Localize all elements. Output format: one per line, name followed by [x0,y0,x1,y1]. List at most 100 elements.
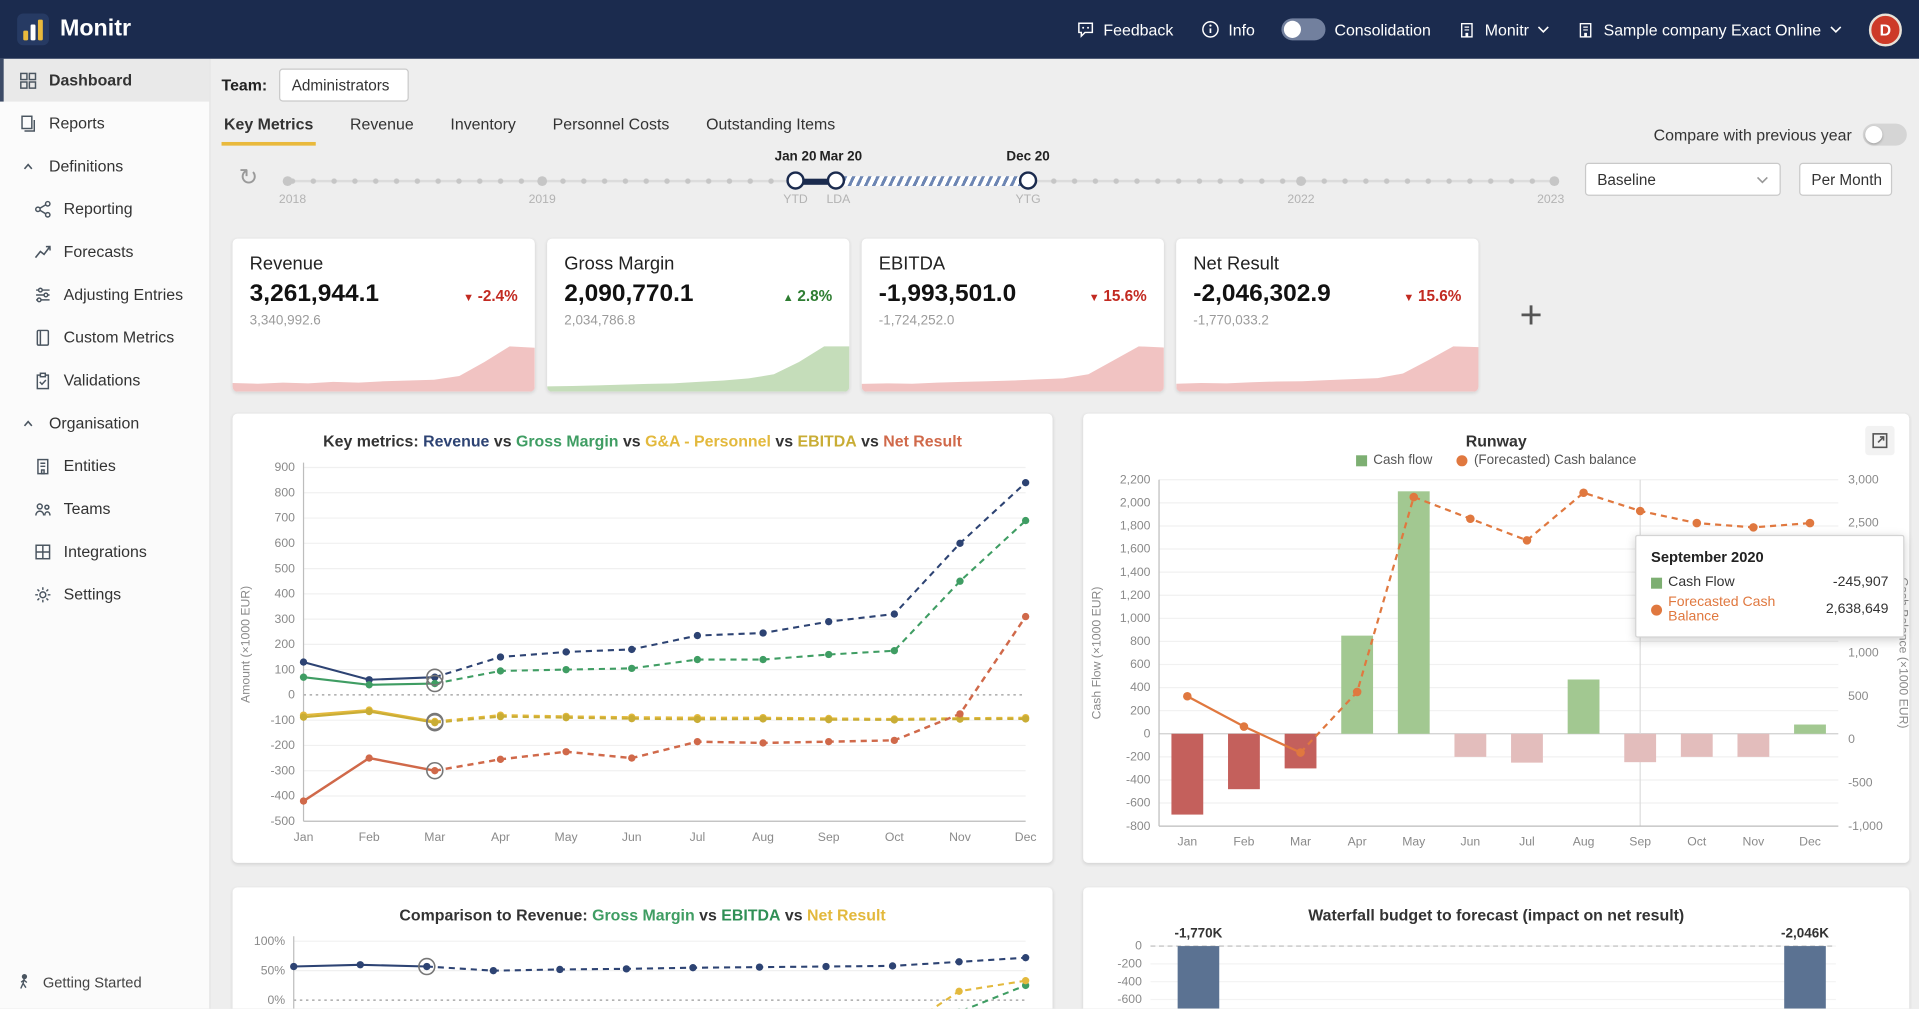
expand-chart-icon[interactable] [1865,426,1894,455]
svg-text:0%: 0% [267,993,285,1007]
timeline-year: 2023 [1537,193,1564,206]
timeline-marker-lda[interactable] [827,171,845,189]
book-icon [33,327,53,347]
kpi-title: EBITDA [879,253,1147,274]
svg-text:May: May [1402,835,1426,849]
info-label: Info [1228,20,1255,38]
gear-icon [33,584,53,604]
kpi-card-revenue[interactable]: Revenue3,261,944.1▼-2.4%3,340,992.6 [233,239,535,392]
sidebar-item-label: Entities [64,457,116,475]
tooltip-title: September 2020 [1651,548,1888,565]
period-select[interactable]: Per Month [1799,163,1892,196]
kpi-card-gross-margin[interactable]: Gross Margin2,090,770.1▲2.8%2,034,786.8 [547,239,849,392]
chart-card-runway: Runway Cash flow(Forecasted) Cash balanc… [1083,414,1909,863]
timeline-track[interactable]: Jan 20 Mar 20 Dec 20 2018 2019 YTD LDA Y… [288,149,1555,213]
add-kpi-button[interactable]: + [1510,294,1552,336]
sidebar-item-entities[interactable]: Entities [0,444,209,487]
sidebar-item-validations[interactable]: Validations [0,359,209,402]
tooltip-label: Forecasted Cash Balance [1668,595,1826,624]
company-switcher[interactable]: Sample company Exact Online [1577,20,1842,38]
kpi-card-net-result[interactable]: Net Result-2,046,302.9▼15.6%-1,770,033.2 [1176,239,1478,392]
compare-toggle[interactable] [1863,124,1907,146]
svg-text:Jul: Jul [690,830,706,844]
svg-text:2,500: 2,500 [1848,516,1879,530]
svg-text:0: 0 [288,688,295,702]
sidebar-item-label: Teams [64,499,111,517]
sidebar-item-adjusting-entries[interactable]: Adjusting Entries [0,273,209,316]
sidebar-item-forecasts[interactable]: Forecasts [0,230,209,273]
runway-legend: Cash flow(Forecasted) Cash balance [1083,450,1909,470]
info-button[interactable]: Info [1200,20,1255,40]
kpi-previous-value: -1,770,033.2 [1193,313,1461,328]
svg-text:-600: -600 [1117,992,1142,1006]
brand-logo-icon [17,13,49,45]
sidebar-item-reporting[interactable]: Reporting [0,187,209,230]
kpi-title: Net Result [1193,253,1461,274]
sidebar-item-dashboard[interactable]: Dashboard [0,59,209,102]
svg-text:-200: -200 [270,738,295,752]
svg-text:Nov: Nov [1743,835,1766,849]
team-row: Team: Administrators [222,69,410,102]
sidebar-item-settings[interactable]: Settings [0,573,209,616]
tab-personnel-costs[interactable]: Personnel Costs [550,108,672,146]
svg-text:500: 500 [275,561,296,575]
user-avatar[interactable]: D [1869,13,1902,46]
org-switcher[interactable]: Monitr [1458,20,1550,38]
org-name: Monitr [1485,20,1529,38]
sidebar-item-integrations[interactable]: Integrations [0,530,209,573]
kpi-card-ebitda[interactable]: EBITDA-1,993,501.0▼15.6%-1,724,252.0 [862,239,1164,392]
svg-text:700: 700 [275,511,296,525]
svg-text:Aug: Aug [1573,835,1595,849]
sidebar-item-reports[interactable]: Reports [0,102,209,145]
sliders-icon [33,285,53,305]
kpi-previous-value: 3,340,992.6 [250,313,518,328]
getting-started-link[interactable]: Getting Started [0,956,209,1009]
timeline-year: 2022 [1287,193,1314,206]
svg-text:Apr: Apr [491,830,510,844]
svg-text:2,200: 2,200 [1120,472,1151,486]
svg-text:Sep: Sep [818,830,840,844]
sidebar-item-label: Validations [64,371,141,389]
svg-text:900: 900 [275,460,296,474]
brand[interactable]: Monitr [17,13,131,45]
svg-text:Apr: Apr [1348,835,1367,849]
sidebar-item-teams[interactable]: Teams [0,487,209,530]
chart-card-comparison: Comparison to Revenue: Gross Margin vs E… [233,887,1053,1008]
trend-icon [33,242,53,262]
tab-inventory[interactable]: Inventory [448,108,518,146]
team-select[interactable]: Administrators [279,69,409,102]
cash-flow-swatch [1651,577,1662,588]
refresh-icon[interactable]: ↻ [239,164,258,192]
sidebar-item-custom-metrics[interactable]: Custom Metrics [0,316,209,359]
timeline-label: Jan 20 [775,149,817,164]
svg-text:400: 400 [1130,680,1151,694]
kpi-previous-value: -1,724,252.0 [879,313,1147,328]
svg-text:3,000: 3,000 [1848,472,1879,486]
compare-group: Compare with previous year [1654,124,1907,146]
svg-text:Oct: Oct [1687,835,1707,849]
timeline-marker-ytd[interactable] [786,171,804,189]
sidebar-section-label: Organisation [49,414,139,432]
feedback-icon [1075,20,1095,40]
tab-key-metrics[interactable]: Key Metrics [222,108,316,146]
cash-balance-swatch [1651,604,1662,615]
svg-text:Jun: Jun [1461,835,1481,849]
sidebar-section-organisation[interactable]: Organisation [0,401,209,444]
tab-revenue[interactable]: Revenue [348,108,417,146]
feedback-button[interactable]: Feedback [1075,20,1173,40]
chart-title: Waterfall budget to forecast (impact on … [1083,887,1909,924]
consolidation-toggle[interactable] [1282,18,1326,40]
kpi-delta: ▼-2.4% [463,288,518,305]
scenario-select[interactable]: Baseline [1585,163,1781,196]
tab-outstanding-items[interactable]: Outstanding Items [704,108,838,146]
svg-text:Jan: Jan [294,830,314,844]
sidebar-section-definitions[interactable]: Definitions [0,144,209,187]
consolidation-control: Consolidation [1282,18,1431,40]
dashboard-icon [18,70,38,90]
kpi-value: 2,090,770.1 [564,280,693,308]
kpi-title: Revenue [250,253,518,274]
svg-text:Oct: Oct [885,830,905,844]
people-icon [33,499,53,519]
kpi-sparkline [233,340,535,391]
timeline-marker-ytg[interactable] [1019,171,1037,189]
